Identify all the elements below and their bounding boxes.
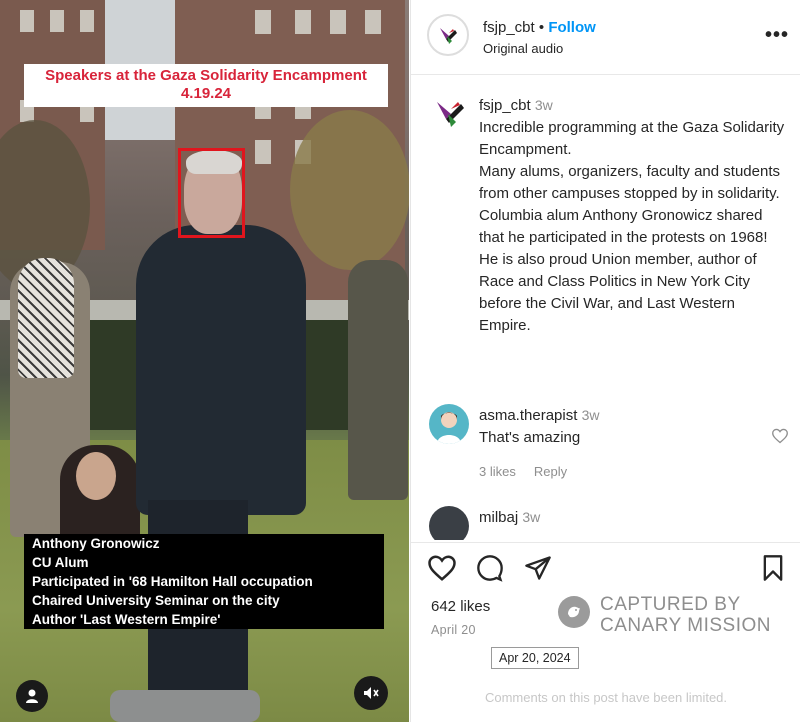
comment: asma.therapist 3w That's amazing 3 likes… (429, 404, 789, 484)
reply-button[interactable]: Reply (534, 464, 567, 479)
caption-line: Author 'Last Western Empire' (28, 610, 225, 629)
caption-line: He is also proud Union member, author of… (479, 251, 757, 334)
header-separator: • (538, 19, 545, 36)
comment-text: That's amazing (479, 429, 581, 446)
tree (290, 110, 409, 270)
more-options-icon[interactable]: ••• (765, 24, 789, 47)
video-date: 4.19.24 (180, 85, 232, 102)
face-highlight-box (178, 148, 245, 238)
caption-username[interactable]: fsjp_cbt (479, 97, 531, 114)
video-title-banner: Speakers at the Gaza Solidarity Encampme… (24, 64, 388, 107)
video-title: Speakers at the Gaza Solidarity Encampme… (45, 67, 367, 84)
fsjp-logo-icon (440, 28, 457, 44)
caption-line: Columbia alum Anthony Gronowicz shared t… (479, 207, 768, 246)
comment: milbaj 3w (429, 506, 789, 540)
caption-avatar-icon[interactable] (431, 94, 471, 134)
watermark-line: CAPTURED BY (600, 594, 741, 615)
comment-username[interactable]: milbaj (479, 509, 518, 526)
caption-line: Participated in '68 Hamilton Hall occupa… (28, 572, 317, 591)
like-heart-icon[interactable] (427, 554, 457, 588)
caption-line: Many alums, organizers, faculty and stud… (479, 163, 780, 202)
post-caption: fsjp_cbt 3w Incredible programming at th… (479, 94, 789, 337)
share-plane-icon[interactable] (523, 554, 553, 588)
face-seated (76, 452, 116, 500)
video-caption: Anthony Gronowicz CU Alum Participated i… (24, 534, 384, 629)
watermark: CAPTURED BY CANARY MISSION (558, 594, 788, 636)
post-date[interactable]: April 20 (431, 623, 476, 637)
caption-line: Incredible programming at the Gaza Solid… (479, 119, 785, 158)
caption-time: 3w (534, 97, 553, 113)
profile-avatar[interactable] (427, 14, 469, 56)
person-right (348, 260, 408, 500)
original-audio-link[interactable]: Original audio (483, 41, 563, 56)
comment-like-heart-icon[interactable] (771, 428, 789, 449)
caption-line: Chaired University Seminar on the city (28, 591, 284, 610)
comment-time: 3w (581, 407, 600, 423)
actions-divider (411, 542, 800, 543)
comment-username[interactable]: asma.therapist (479, 407, 577, 424)
date-tooltip: Apr 20, 2024 (491, 647, 579, 669)
comment-time: 3w (522, 509, 541, 525)
caption-line: Anthony Gronowicz (28, 534, 164, 553)
action-bar (427, 554, 787, 588)
follow-button[interactable]: Follow (548, 19, 596, 36)
post-header: fsjp_cbt • Follow Original audio ••• (411, 0, 800, 75)
commenter-avatar[interactable] (429, 404, 469, 444)
tagged-user-icon[interactable] (16, 680, 48, 712)
comment-likes[interactable]: 3 likes (479, 464, 516, 479)
likes-count[interactable]: 642 likes (431, 598, 490, 615)
comment-bubble-icon[interactable] (475, 554, 505, 588)
canary-bird-icon (558, 596, 590, 628)
caption-line: CU Alum (28, 553, 93, 572)
keffiyeh (18, 258, 74, 378)
comments-limited-notice: Comments on this post have been limited. (484, 690, 728, 705)
speaker-jacket (136, 225, 306, 515)
bookmark-icon[interactable] (761, 554, 785, 588)
header-username[interactable]: fsjp_cbt (483, 19, 535, 36)
header-user-line: fsjp_cbt • Follow (483, 19, 596, 36)
watermark-line: CANARY MISSION (600, 615, 772, 636)
commenter-avatar[interactable] (429, 506, 469, 540)
speaker-shoes (110, 690, 260, 722)
mute-icon[interactable] (354, 676, 388, 710)
post-media[interactable]: Speakers at the Gaza Solidarity Encampme… (0, 0, 409, 722)
